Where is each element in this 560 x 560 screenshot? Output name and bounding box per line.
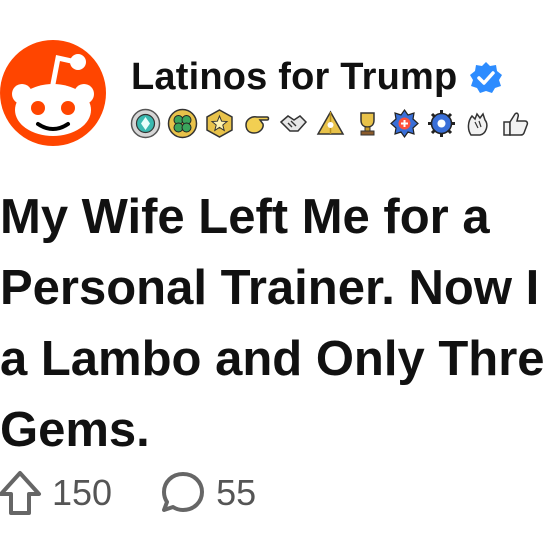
gear-badge-icon <box>428 110 455 137</box>
pyramid-badge-icon <box>316 110 345 135</box>
reddit-snoo-avatar-icon[interactable] <box>0 40 106 146</box>
post-header: Latinos for Trump <box>0 0 560 160</box>
verified-check-icon <box>470 61 503 93</box>
achievement-badges <box>130 108 531 139</box>
thumbs-up-badge-icon <box>503 112 529 136</box>
comment-bubble-icon[interactable] <box>160 470 206 516</box>
star-badge-icon <box>206 109 233 138</box>
author-row: Latinos for Trump <box>131 56 503 99</box>
comment-count: 55 <box>216 472 257 513</box>
post-title-line: My Wife Left Me for a <box>0 190 490 244</box>
clover-badge-icon <box>167 108 198 139</box>
upvote-button[interactable]: 150 <box>0 470 112 516</box>
post-title-line: Gems. <box>0 403 150 457</box>
clapping-hands-badge-icon <box>467 112 488 136</box>
author-name[interactable]: Latinos for Trump <box>131 56 457 99</box>
handshake-badge-icon <box>279 115 308 132</box>
post-title-line: a Lambo and Only Thre <box>0 332 545 386</box>
upvote-arrow-icon[interactable] <box>0 470 42 516</box>
comments-button[interactable]: 55 <box>112 470 256 516</box>
pointing-hand-badge-icon <box>245 116 270 134</box>
trophy-badge-icon <box>360 112 375 136</box>
diamond-badge-icon <box>130 108 161 139</box>
post-title-line: Personal Trainer. Now I <box>0 261 540 315</box>
post-title[interactable]: My Wife Left Me for a Personal Trainer. … <box>0 182 560 466</box>
plus-one-badge-icon <box>390 108 419 139</box>
post-actions: 150 55 <box>0 467 256 519</box>
upvote-count: 150 <box>52 472 113 513</box>
